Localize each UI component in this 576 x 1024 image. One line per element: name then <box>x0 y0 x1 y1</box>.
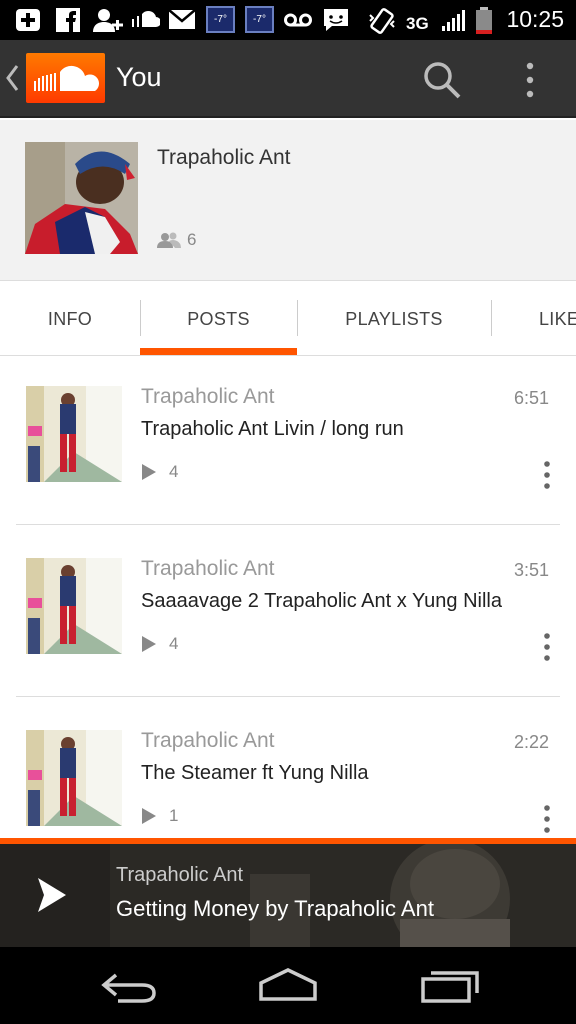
followers-count[interactable]: 6 <box>157 230 196 250</box>
message-icon <box>324 9 348 31</box>
add-contact-icon <box>93 9 123 32</box>
page-title: You <box>116 62 162 92</box>
action-bar: You <box>0 40 576 118</box>
profile-name: Trapaholic Ant <box>157 146 291 169</box>
track-duration: 6:51 <box>513 388 549 408</box>
avatar[interactable] <box>25 142 138 254</box>
play-icon <box>142 636 156 652</box>
vibrate-icon <box>369 8 395 34</box>
play-count-value: 1 <box>169 806 179 825</box>
back-chevron-icon[interactable] <box>4 60 20 96</box>
track-duration: 2:22 <box>513 732 549 752</box>
play-icon <box>142 464 156 480</box>
divider <box>16 524 560 525</box>
play-count-value: 4 <box>169 634 179 653</box>
followers-count-value: 6 <box>187 230 197 249</box>
play-count: 4 <box>141 462 178 482</box>
play-count: 1 <box>141 806 178 826</box>
voicemail-icon <box>284 13 312 27</box>
mail-icon <box>168 9 196 29</box>
track-artwork <box>26 386 122 482</box>
overflow-menu-icon[interactable] <box>520 58 540 102</box>
battery-icon <box>476 7 492 34</box>
track-artwork <box>26 558 122 654</box>
weather-temp-badge: -7° <box>206 6 235 33</box>
signal-icon <box>442 10 465 31</box>
active-tab-indicator <box>140 348 297 355</box>
play-count-value: 4 <box>169 462 179 481</box>
now-playing-title: Getting Money by Trapaholic Ant <box>116 896 434 921</box>
home-icon[interactable] <box>253 965 323 1005</box>
status-bar: -7° -7° 3G 10:25 <box>0 0 576 40</box>
followers-icon <box>157 232 181 248</box>
tab-posts[interactable]: POSTS <box>140 282 297 356</box>
play-icon <box>142 808 156 824</box>
mini-player[interactable]: Trapaholic Ant Getting Money by Trapahol… <box>0 844 576 947</box>
profile-header: Trapaholic Ant 6 <box>0 120 576 281</box>
soundcloud-logo-icon[interactable] <box>26 53 105 103</box>
track-title[interactable]: The Steamer ft Yung Nilla <box>141 762 369 785</box>
divider <box>16 696 560 697</box>
soundcloud-notification-icon <box>132 11 160 27</box>
track-overflow-menu-icon[interactable] <box>538 804 556 834</box>
track-artwork <box>26 730 122 826</box>
track-overflow-menu-icon[interactable] <box>538 632 556 662</box>
track-user[interactable]: Trapaholic Ant <box>141 557 274 581</box>
now-playing-user: Trapaholic Ant <box>116 864 244 886</box>
network-type-label: 3G <box>406 14 429 33</box>
play-button-icon[interactable] <box>32 874 72 916</box>
track-title[interactable]: Saaaavage 2 Trapaholic Ant x Yung Nilla <box>141 590 502 613</box>
system-nav-bar <box>0 947 576 1024</box>
track-overflow-menu-icon[interactable] <box>538 460 556 490</box>
add-notification-icon <box>16 9 40 31</box>
tab-playlists[interactable]: PLAYLISTS <box>297 282 491 356</box>
track-user[interactable]: Trapaholic Ant <box>141 729 274 753</box>
track-duration: 3:51 <box>513 560 549 580</box>
facebook-icon <box>56 8 80 32</box>
track-title[interactable]: Trapaholic Ant Livin / long run <box>141 418 404 441</box>
clock: 10:25 <box>506 6 564 32</box>
tab-info[interactable]: INFO <box>0 282 140 356</box>
tab-likes[interactable]: LIKE <box>491 282 576 356</box>
profile-tabs: INFO POSTS PLAYLISTS LIKE <box>0 282 576 356</box>
search-icon[interactable] <box>420 58 464 102</box>
track-user[interactable]: Trapaholic Ant <box>141 385 274 409</box>
weather-temp-badge: -7° <box>245 6 274 33</box>
list-item[interactable]: Trapaholic Ant Saaaavage 2 Trapaholic An… <box>0 528 576 700</box>
list-item[interactable]: Trapaholic Ant Trapaholic Ant Livin / lo… <box>0 356 576 528</box>
play-count: 4 <box>141 634 178 654</box>
back-icon[interactable] <box>96 965 166 1005</box>
recent-apps-icon[interactable] <box>415 965 485 1005</box>
